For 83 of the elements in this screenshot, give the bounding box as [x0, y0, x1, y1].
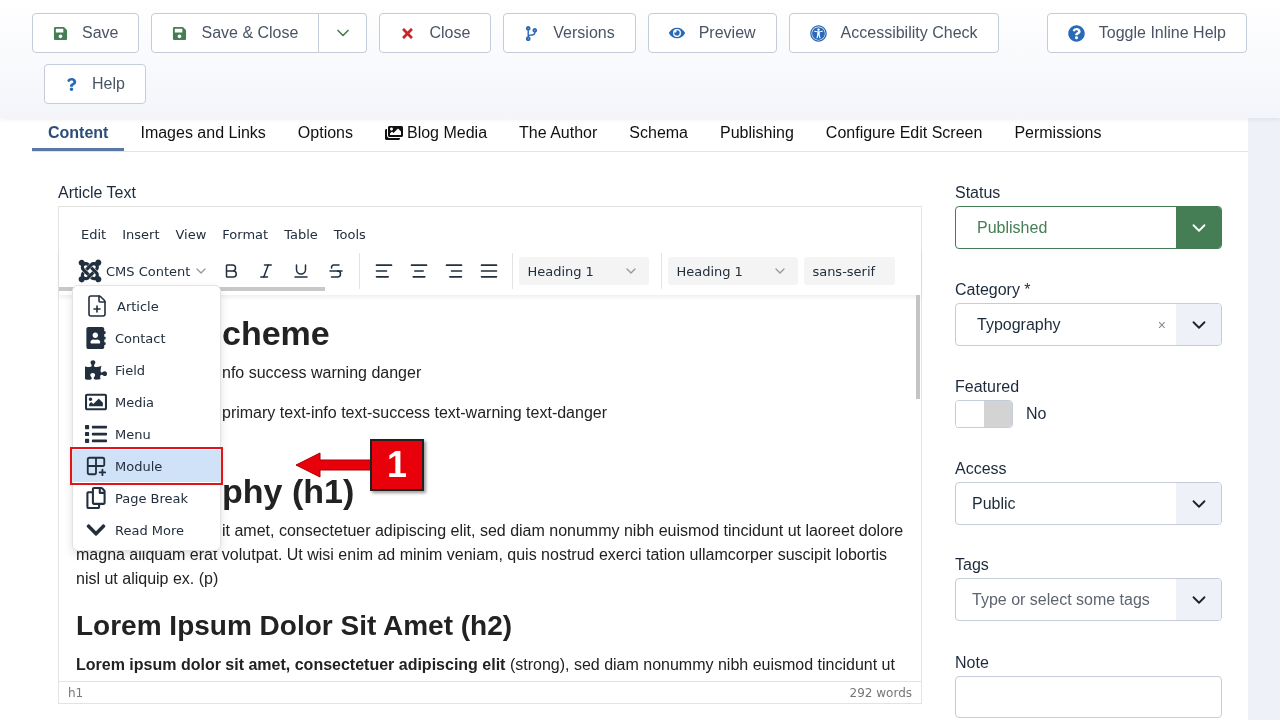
close-button[interactable]: Close — [379, 13, 492, 53]
preview-button[interactable]: Preview — [647, 13, 777, 53]
menubar-entry[interactable]: Insert — [114, 221, 168, 247]
dropdown-item[interactable]: Article — [73, 290, 220, 322]
help-button[interactable]: Help — [44, 64, 146, 104]
paragraph-line: magna aliquam erat volutpat. Ut wisi enim ad minim veniam, quis nostrud exerci tation ullamcorper suscipit lobortis — [76, 545, 887, 565]
format-select[interactable]: Heading 1 — [519, 257, 650, 285]
field-label: Access — [955, 460, 1008, 478]
menubar-entry[interactable]: Tools — [325, 221, 374, 247]
save-icon — [53, 25, 68, 41]
field-label: Article Text — [58, 184, 137, 202]
image-icon — [85, 391, 107, 413]
callout-number: 1 — [370, 439, 424, 491]
dropdown-item[interactable]: Read More — [73, 514, 220, 546]
tab[interactable]: The Author — [503, 118, 614, 151]
access-select[interactable]: Public — [955, 482, 1222, 525]
tags-field[interactable]: Type or select some tags — [955, 578, 1222, 621]
menubar-entry[interactable]: Edit — [73, 221, 115, 247]
file-plus-icon — [85, 294, 109, 318]
tab[interactable]: Publishing — [704, 118, 810, 151]
paragraph-line: it amet, consectetuer adipiscing elit, sed diam nonummy nibh euismod tincidunt ut laoreet dolore — [222, 521, 904, 541]
dropdown-item[interactable]: Contact — [73, 322, 220, 354]
align-center-icon — [408, 261, 429, 281]
note-field[interactable] — [955, 676, 1222, 718]
list-icon — [85, 423, 107, 445]
word-count: 292 words — [849, 685, 912, 700]
inline-help-button[interactable]: Toggle Inline Help — [1046, 13, 1247, 53]
heading-text: cheme — [222, 313, 330, 353]
paragraph-text: Lorem ipsum dolor sit amet, consectetuer adipiscing elit (strong), sed diam nonummy nibh euismod tincidunt ut — [76, 655, 895, 675]
menubar-entry[interactable]: View — [167, 221, 215, 247]
tab[interactable]: Permissions — [998, 118, 1118, 151]
underline-icon — [291, 262, 310, 280]
tab[interactable]: Schema — [613, 118, 704, 151]
switch-state-text: No — [1026, 405, 1047, 423]
save-icon — [172, 25, 188, 41]
field-label: Status — [955, 184, 1002, 202]
help-icon — [1067, 24, 1085, 42]
field-label: Featured — [955, 378, 1021, 396]
element-path: h1 — [68, 685, 84, 700]
eye-icon — [668, 25, 685, 41]
field-label: Tags — [955, 556, 990, 574]
featured-switch[interactable] — [955, 400, 1013, 428]
format-select[interactable]: Heading 1 — [668, 257, 799, 285]
grid-plus-icon — [85, 455, 107, 477]
field-label: Category * — [955, 281, 1032, 299]
dropdown-item[interactable]: Page Break — [73, 482, 220, 514]
save-button[interactable]: Save — [32, 13, 140, 53]
paragraph-text: nfo success warning danger — [222, 363, 422, 383]
tab[interactable]: Content — [32, 118, 125, 151]
status-select[interactable]: Published — [955, 206, 1222, 249]
field-label: Note — [955, 654, 990, 672]
pages-icon — [85, 487, 107, 509]
branch-icon — [524, 25, 540, 41]
images-icon — [385, 124, 403, 142]
menubar-entry[interactable]: Table — [276, 221, 326, 247]
puzzle-icon — [85, 359, 107, 381]
dropdown-item[interactable]: Media — [73, 386, 220, 418]
strikethrough-icon — [326, 262, 345, 280]
heading-text: phy (h1) — [222, 471, 355, 511]
tab[interactable]: Blog Media — [369, 118, 504, 151]
subheading-text: Lorem Ipsum Dolor Sit Amet (h2) — [76, 609, 514, 643]
tab[interactable]: Options — [281, 118, 369, 151]
versions-button[interactable]: Versions — [503, 13, 636, 53]
dropdown-item[interactable]: Module — [73, 450, 220, 482]
accessibility-icon — [809, 24, 827, 42]
joomla-logo-icon — [77, 258, 103, 284]
address-book-icon — [85, 327, 107, 349]
paragraph-line: nisl ut aliquip ex. (p) — [76, 569, 219, 589]
clear-button[interactable]: × — [1157, 304, 1176, 345]
align-left-icon — [373, 261, 394, 281]
dropdown-item[interactable]: Field — [73, 354, 220, 386]
save-close-button[interactable]: Save & Close — [151, 13, 320, 53]
align-right-icon — [443, 261, 464, 281]
menubar-entry[interactable]: Format — [214, 221, 277, 247]
help-icon — [65, 77, 78, 91]
tab[interactable]: Configure Edit Screen — [809, 118, 999, 151]
format-select[interactable]: sans-serif — [804, 257, 896, 285]
cms-content-button[interactable]: CMS Content — [73, 255, 214, 287]
category-select[interactable]: Typography × — [955, 303, 1222, 346]
paragraph-text: primary text-info text-success text-warning text-danger — [222, 403, 608, 423]
tab[interactable]: Images and Links — [124, 118, 282, 151]
accessibility-check-button[interactable]: Accessibility Check — [788, 13, 999, 53]
align-justify-icon — [478, 261, 499, 281]
